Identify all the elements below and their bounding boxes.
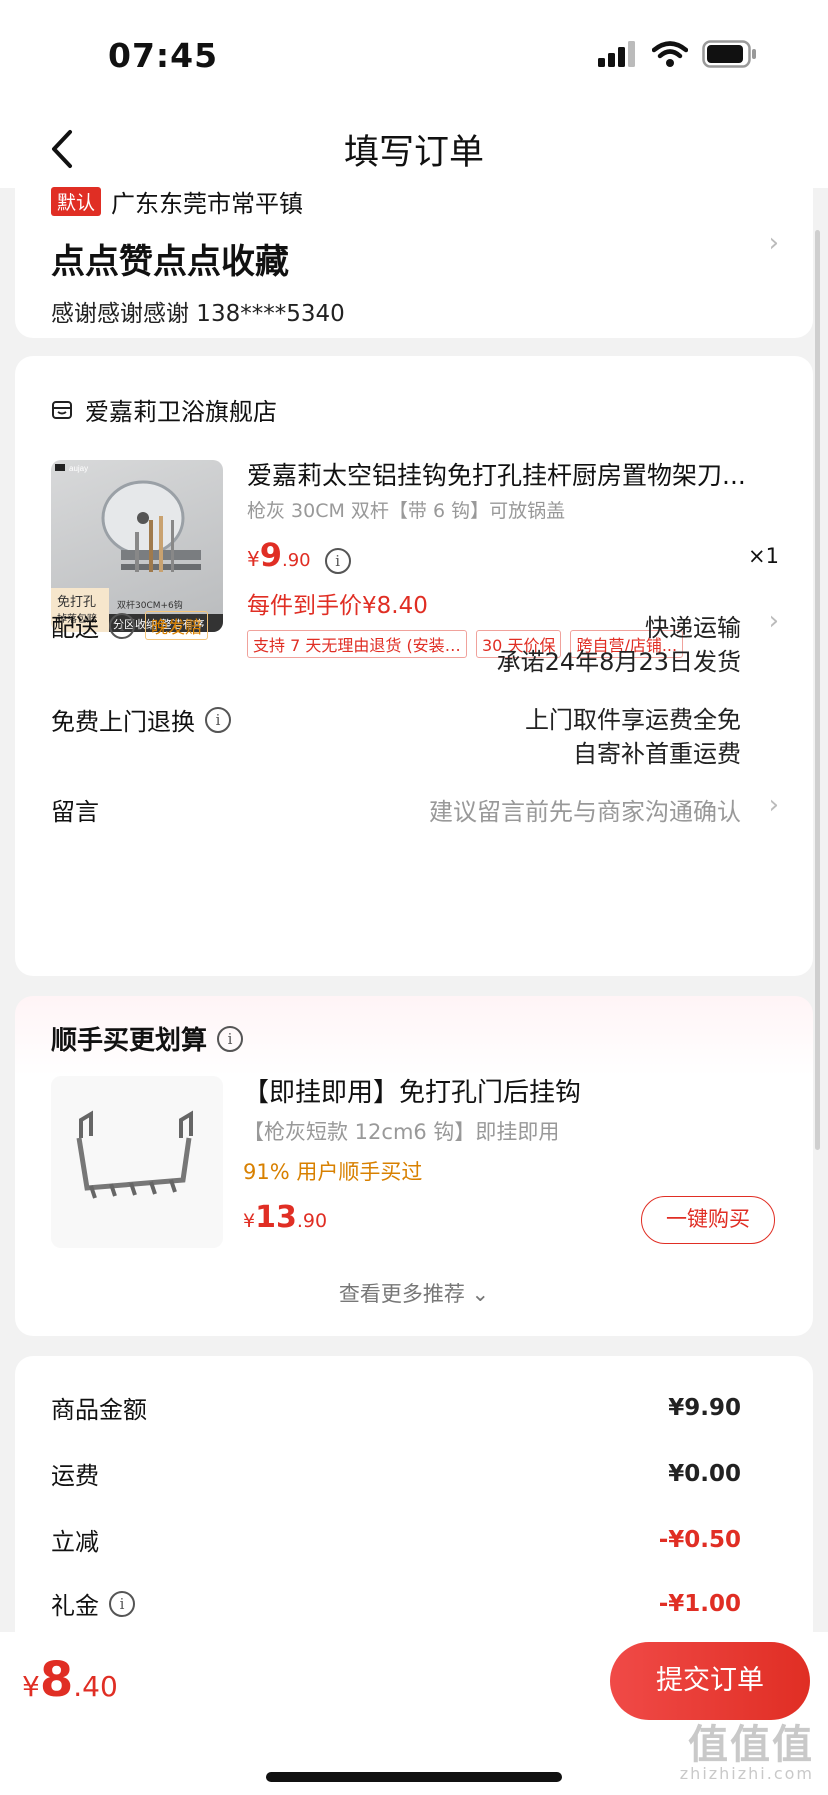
one-click-buy-button[interactable]: 一键购买 <box>641 1196 775 1244</box>
address-contact: 感谢感谢感谢 138****5340 <box>51 301 345 327</box>
address-detail: 点点赞点点收藏 <box>51 242 289 282</box>
chevron-right-icon: › <box>768 606 779 636</box>
bottom-bar: ¥ 8 .40 提交订单 值值值 zhizhizhi.com <box>0 1632 828 1795</box>
summary-row-discount: 立减 -¥0.50 <box>51 1522 741 1557</box>
service-tag: 支持 7 天无理由退货 (安装后不支持) <box>247 630 467 658</box>
wifi-icon <box>652 41 688 67</box>
submit-order-button[interactable]: 提交订单 <box>610 1642 810 1720</box>
default-tag: 默认 <box>51 187 102 216</box>
summary-value: -¥0.50 <box>658 1526 741 1553</box>
message-input[interactable]: 建议留言前先与商家沟通确认 <box>429 792 741 827</box>
summary-label: 商品金额 <box>51 1396 147 1424</box>
watermark: 值值值 <box>688 1722 814 1768</box>
page-title: 填写订单 <box>343 133 484 173</box>
summary-label-wrap: 礼金 i <box>51 1586 135 1621</box>
product-price: ¥ 9 .90 i <box>247 536 351 574</box>
late-delivery-tag: 晚发赔 <box>145 611 208 640</box>
address-card[interactable]: 默认 广东东莞市常平镇 点点赞点点收藏 感谢感谢感谢 138****5340 › <box>15 170 813 338</box>
recommend-heading-row: 顺手买更划算 i <box>51 1020 244 1057</box>
summary-row-goods: 商品金额 ¥9.90 <box>51 1390 741 1425</box>
price-decimal: .90 <box>296 1210 328 1232</box>
order-card: 爱嘉莉卫浴旗舰店 aujay 免打孔 掉落包赔 双杆30CM+6钩 分区收纳 整… <box>15 356 813 976</box>
return-line-2: 自寄补首重运费 <box>573 740 741 768</box>
total-currency: ¥ <box>22 1670 40 1703</box>
price-info-icon[interactable]: i <box>324 548 351 574</box>
recommend-price: ¥ 13 .90 <box>243 1200 327 1235</box>
summary-label: 运费 <box>51 1462 99 1490</box>
delivery-promise: 承诺24年8月23日发货 <box>496 648 741 676</box>
delivery-method[interactable]: 快递运输 <box>645 608 741 643</box>
status-bar: 07:45 <box>0 0 828 110</box>
price-currency: ¥ <box>247 547 260 571</box>
watermark-url: zhizhizhi.com <box>679 1764 814 1783</box>
delivery-label-row: 配送 i 晚发赔 <box>51 608 208 643</box>
cellular-signal-icon <box>598 41 635 67</box>
return-line-1: 上门取件享运费全免 <box>525 706 741 734</box>
product-title[interactable]: 爱嘉莉太空铝挂钩免打孔挂杆厨房置物架刀... <box>247 456 787 492</box>
price-integer: 13 <box>255 1200 297 1235</box>
return-label-row: 免费上门退换 i <box>51 702 231 737</box>
summary-label: 礼金 <box>51 1592 99 1620</box>
more-recommendations-link[interactable]: 查看更多推荐 ⌄ <box>15 1278 813 1308</box>
product-illustration: aujay 免打孔 掉落包赔 双杆30CM+6钩 分区收纳 整洁有序 <box>51 464 223 632</box>
summary-value: ¥0.00 <box>668 1460 741 1487</box>
status-time: 07:45 <box>108 36 219 75</box>
recommend-title[interactable]: 【即挂即用】免打孔门后挂钩 <box>243 1072 581 1109</box>
return-label: 免费上门退换 <box>51 708 195 736</box>
address-region-row: 默认 广东东莞市常平镇 <box>51 184 303 219</box>
summary-label: 立减 <box>51 1528 99 1556</box>
recommend-product-image[interactable] <box>51 1076 223 1248</box>
message-label: 留言 <box>51 798 99 826</box>
product-brand-text: aujay <box>69 464 88 473</box>
summary-row-shipping: 运费 ¥0.00 <box>51 1456 741 1491</box>
door-hook-illustration <box>76 1110 193 1199</box>
summary-value: -¥1.00 <box>658 1590 741 1617</box>
total-decimal: .40 <box>73 1670 118 1703</box>
recommend-card: 顺手买更划算 i 【即挂即用】免打孔门后挂钩 【枪灰短款 12cm6 钩】即挂即… <box>15 996 813 1336</box>
total-price: ¥ 8 .40 <box>22 1652 118 1708</box>
price-currency: ¥ <box>243 1210 256 1232</box>
product-spec[interactable]: 枪灰 30CM 双杆【带 6 钩】可放锅盖 <box>247 496 565 523</box>
return-info-icon[interactable]: i <box>205 706 231 733</box>
delivery-info-icon[interactable]: i <box>109 612 135 639</box>
status-icons <box>598 40 758 68</box>
store-name: 爱嘉莉卫浴旗舰店 <box>85 398 277 426</box>
price-integer: 9 <box>259 536 282 574</box>
recommend-heading: 顺手买更划算 <box>51 1026 208 1056</box>
scrollbar[interactable] <box>815 230 820 1150</box>
summary-value: ¥9.90 <box>668 1394 741 1421</box>
home-indicator[interactable] <box>266 1772 562 1782</box>
product-image[interactable]: aujay 免打孔 掉落包赔 双杆30CM+6钩 分区收纳 整洁有序 <box>51 460 223 632</box>
gift-info-icon[interactable]: i <box>109 1590 135 1617</box>
per-item-price: 每件到手价¥8.40 <box>247 593 428 619</box>
battery-icon <box>702 40 756 68</box>
recommend-spec: 【枪灰短款 12cm6 钩】即挂即用 <box>243 1120 560 1144</box>
chevron-right-icon: › <box>768 790 779 820</box>
price-decimal: .90 <box>282 550 311 571</box>
chevron-right-icon: › <box>768 228 779 258</box>
product-quantity[interactable]: ×1 <box>748 544 779 568</box>
recommend-bought: 91% 用户顺手买过 <box>243 1160 423 1184</box>
store-icon <box>52 400 72 419</box>
summary-row-gift: 礼金 i -¥1.00 <box>51 1586 741 1621</box>
store-row[interactable]: 爱嘉莉卫浴旗舰店 <box>51 392 277 427</box>
address-region: 广东东莞市常平镇 <box>111 190 304 218</box>
total-integer: 8 <box>39 1652 74 1708</box>
recommend-info-icon[interactable]: i <box>217 1025 244 1052</box>
delivery-label: 配送 <box>51 614 99 642</box>
